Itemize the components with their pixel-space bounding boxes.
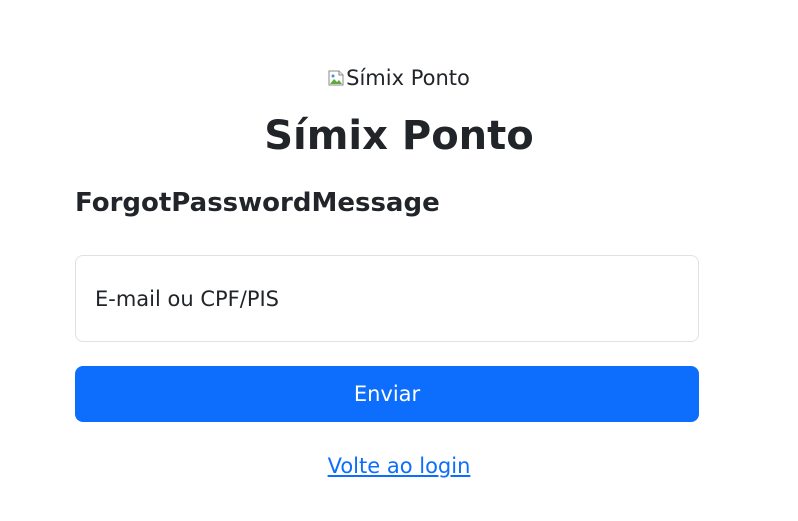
broken-image-icon bbox=[328, 67, 344, 86]
back-to-login-container: Volte ao login bbox=[0, 451, 798, 481]
submit-button[interactable]: Enviar bbox=[75, 366, 699, 422]
page-title: Símix Ponto bbox=[264, 113, 534, 159]
logo-image: Símix Ponto bbox=[328, 66, 470, 90]
forgot-password-message: ForgotPasswordMessage bbox=[75, 188, 440, 218]
back-to-login-link[interactable]: Volte ao login bbox=[328, 454, 471, 478]
logo-alt-text: Símix Ponto bbox=[346, 66, 470, 90]
email-or-cpf-input[interactable] bbox=[75, 255, 699, 342]
logo-container: Símix Ponto bbox=[0, 66, 798, 90]
forgot-password-page: Símix Ponto Símix Ponto ForgotPasswordMe… bbox=[0, 0, 798, 521]
